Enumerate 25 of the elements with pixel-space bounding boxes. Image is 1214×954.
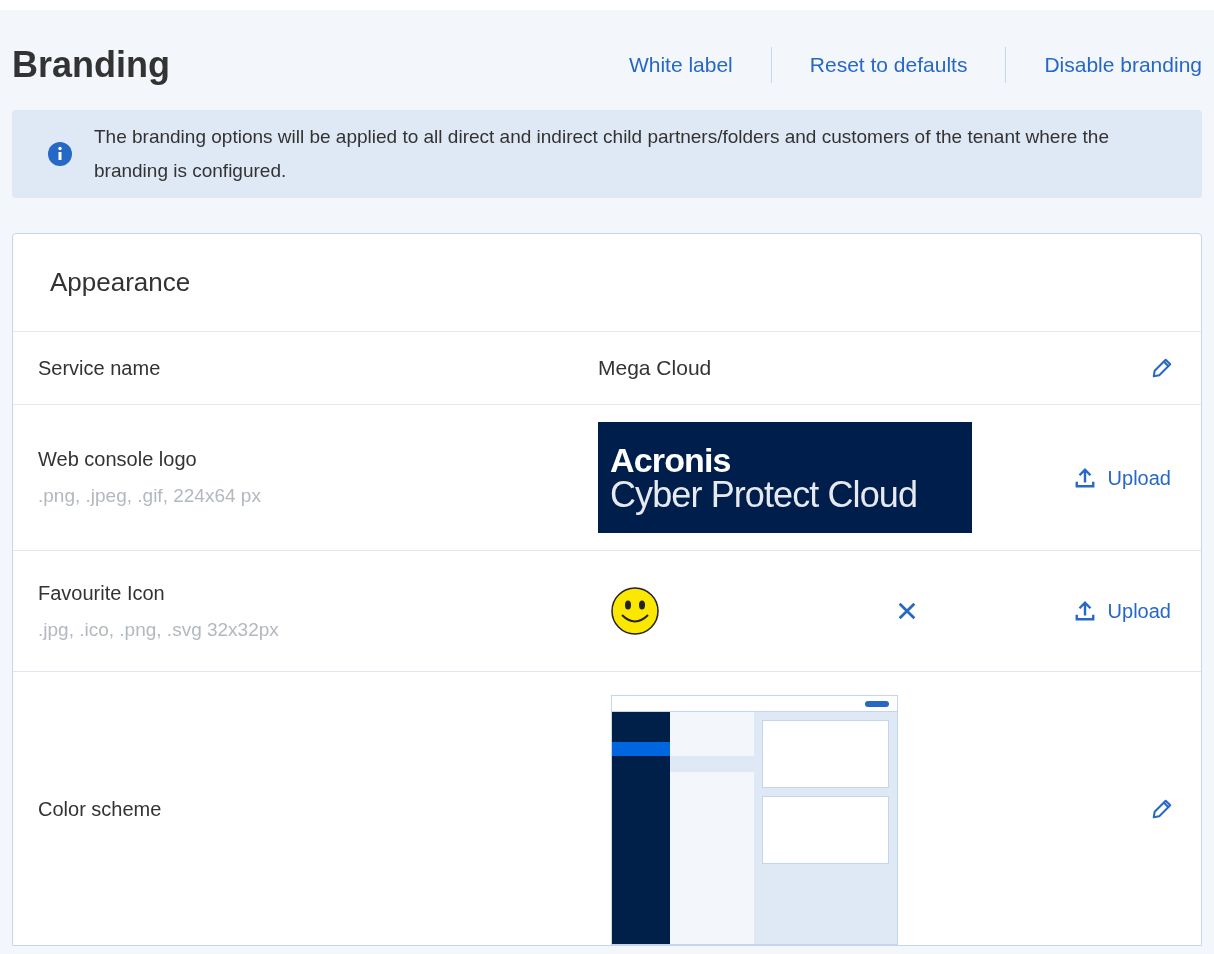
header-link[interactable]: White label bbox=[628, 49, 733, 81]
header-link[interactable]: Disable branding bbox=[1044, 49, 1202, 81]
remove-button[interactable] bbox=[896, 600, 918, 622]
row-label: Service name bbox=[38, 356, 162, 381]
format-hint: .png, .jpeg, .gif, 224x64 px bbox=[38, 484, 262, 509]
info-icon bbox=[48, 142, 72, 166]
row-label: Color scheme bbox=[38, 796, 163, 822]
upload-button[interactable]: Upload bbox=[1073, 596, 1171, 626]
section-title: Appearance bbox=[50, 266, 191, 299]
service-name-value: Mega Cloud bbox=[598, 355, 713, 382]
page-title: Branding bbox=[12, 43, 170, 87]
pencil-icon bbox=[1151, 357, 1173, 379]
format-hint: .jpg, .ico, .png, .svg 32x32px bbox=[38, 617, 280, 642]
smiley-icon bbox=[610, 586, 660, 636]
header-link[interactable]: Reset to defaults bbox=[809, 49, 968, 81]
upload-button[interactable]: Upload bbox=[1073, 462, 1171, 493]
pencil-icon bbox=[1151, 797, 1173, 820]
info-text: The branding options will be applied to all direct and indirect child partners/folders and customers of the tenant where the branding is configured. bbox=[94, 125, 1110, 183]
row-label: Web console logo bbox=[38, 447, 198, 473]
logo-text: Cyber Protect Cloud bbox=[610, 476, 919, 513]
upload-icon bbox=[1073, 600, 1096, 622]
row-label: Favourite Icon bbox=[38, 580, 166, 606]
close-icon bbox=[896, 600, 918, 622]
upload-icon bbox=[1073, 466, 1096, 489]
logo-text: Acronis bbox=[610, 442, 732, 477]
